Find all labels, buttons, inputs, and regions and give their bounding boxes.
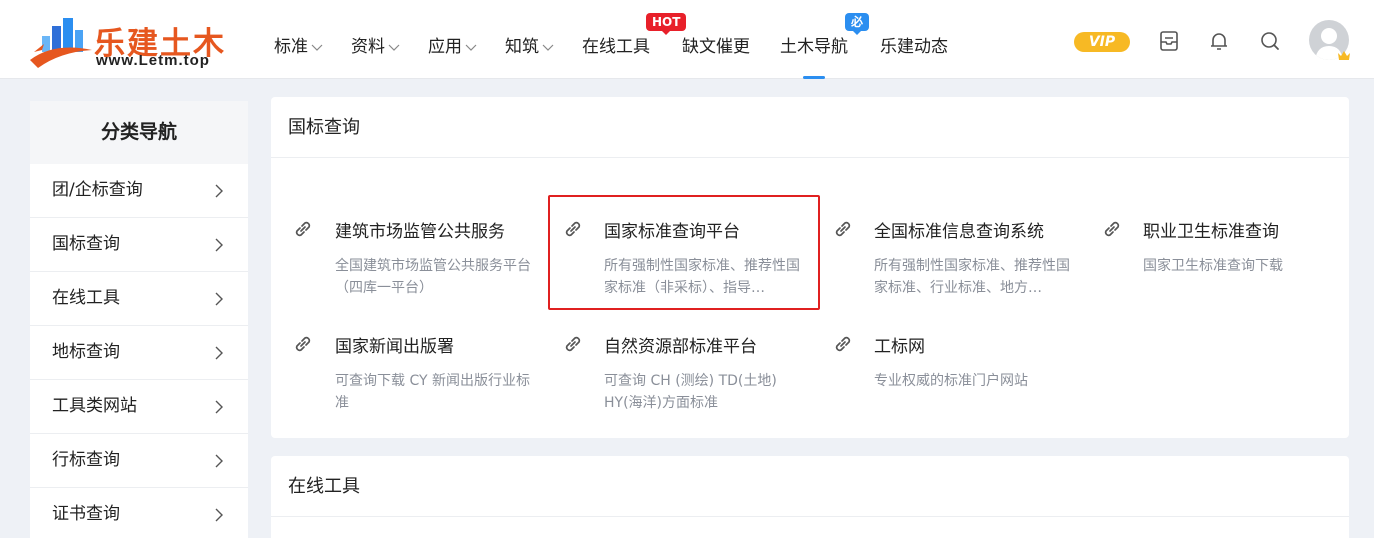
- chevron-down-icon: [388, 44, 400, 51]
- nav-item-civil-nav[interactable]: 土木导航: [780, 32, 848, 57]
- nav-label: 乐建动态: [880, 37, 948, 57]
- chevron-right-icon: [215, 508, 223, 522]
- site-link-occupational-health[interactable]: 职业卫生标准查询: [1143, 217, 1279, 242]
- crown-icon: [1338, 51, 1350, 60]
- site-desc: 国家卫生标准查询下载: [1143, 258, 1283, 274]
- chevron-down-icon: [311, 44, 323, 51]
- nav-item-news[interactable]: 乐建动态: [880, 32, 948, 57]
- nav-label: 土木导航: [780, 37, 848, 57]
- nav-label: 缺文催更: [682, 37, 750, 57]
- site-desc: 全国建筑市场监管公共服务平台（四库一平台）: [335, 258, 531, 296]
- chevron-right-icon: [215, 184, 223, 198]
- section-card-online-tools: 在线工具: [271, 456, 1349, 538]
- sidebar-item-label: 行标查询: [52, 450, 120, 470]
- nav-item-online-tools[interactable]: 在线工具: [582, 32, 650, 57]
- nav-label: 标准: [274, 37, 308, 57]
- site-link-standard-info-system[interactable]: 全国标准信息查询系统: [874, 217, 1044, 242]
- top-header: 乐建土木 www.Letm.top 标准 资料 应用 知筑 在线工具 HOT 缺…: [0, 0, 1374, 79]
- sidebar-item-tool-sites[interactable]: 工具类网站: [30, 380, 248, 434]
- chevron-right-icon: [215, 292, 223, 306]
- link-icon: [295, 221, 311, 237]
- link-icon: [835, 221, 851, 237]
- nav-item-standards[interactable]: 标准: [274, 32, 323, 57]
- chevron-down-icon: [542, 44, 554, 51]
- site-desc: 可查询下载 CY 新闻出版行业标准: [335, 373, 530, 411]
- sidebar-item-label: 在线工具: [52, 288, 120, 308]
- sidebar-item-label: 证书查询: [52, 504, 120, 524]
- site-desc: 所有强制性国家标准、推荐性国家标准、行业标准、地方…: [874, 258, 1070, 296]
- sidebar-item-online-tools[interactable]: 在线工具: [30, 272, 248, 326]
- nav-item-request-update[interactable]: 缺文催更: [682, 32, 750, 57]
- site-desc: 可查询 CH (测绘) TD(土地) HY(海洋)方面标准: [604, 373, 777, 411]
- nav-label: 应用: [428, 37, 462, 57]
- sidebar-item-label: 国标查询: [52, 234, 120, 254]
- chevron-right-icon: [215, 346, 223, 360]
- sidebar-item-label: 工具类网站: [52, 396, 137, 416]
- sidebar-item-label: 团/企标查询: [52, 180, 143, 200]
- link-icon: [295, 336, 311, 352]
- logo-url: www.Letm.top: [96, 52, 210, 69]
- nav-item-zhizhu[interactable]: 知筑: [505, 32, 554, 57]
- chevron-down-icon: [465, 44, 477, 51]
- chevron-right-icon: [215, 238, 223, 252]
- chevron-right-icon: [215, 400, 223, 414]
- active-nav-indicator: [803, 76, 825, 79]
- sidebar-item-local-standards[interactable]: 地标查询: [30, 326, 248, 380]
- vip-button[interactable]: VIP: [1074, 32, 1130, 52]
- sidebar-item-certificates[interactable]: 证书查询: [30, 488, 248, 538]
- search-icon[interactable]: [1259, 30, 1281, 52]
- link-icon: [565, 336, 581, 352]
- site-link-gongbiao[interactable]: 工标网: [874, 332, 925, 357]
- site-desc: 专业权威的标准门户网站: [874, 373, 1028, 389]
- sidebar-item-national-standards[interactable]: 国标查询: [30, 218, 248, 272]
- category-sidebar: 分类导航 团/企标查询 国标查询 在线工具 地标查询 工具类网站 行标查询 证书…: [30, 101, 248, 538]
- document-icon[interactable]: [1158, 30, 1180, 52]
- bell-icon[interactable]: [1208, 30, 1230, 52]
- sidebar-item-label: 地标查询: [52, 342, 120, 362]
- nav-label: 资料: [351, 37, 385, 57]
- site-logo[interactable]: 乐建土木 www.Letm.top: [30, 12, 230, 72]
- sidebar-item-industry-standards[interactable]: 行标查询: [30, 434, 248, 488]
- site-link-natural-resources[interactable]: 自然资源部标准平台: [604, 332, 757, 357]
- nav-item-materials[interactable]: 资料: [351, 32, 400, 57]
- hot-badge: HOT: [646, 13, 687, 35]
- section-title: 国标查询: [271, 97, 1349, 158]
- logo-building-icon: [30, 18, 92, 68]
- site-link-press-publication[interactable]: 国家新闻出版署: [335, 332, 454, 357]
- link-icon: [835, 336, 851, 352]
- site-link-jzsc[interactable]: 建筑市场监管公共服务: [335, 217, 505, 242]
- highlight-box: [548, 195, 820, 310]
- nav-label: 知筑: [505, 37, 539, 57]
- sidebar-title: 分类导航: [30, 101, 248, 164]
- nav-item-apps[interactable]: 应用: [428, 32, 477, 57]
- chevron-right-icon: [215, 454, 223, 468]
- link-icon: [1104, 221, 1120, 237]
- nav-label: 在线工具: [582, 37, 650, 57]
- sidebar-item-group-standards[interactable]: 团/企标查询: [30, 164, 248, 218]
- must-badge: 必备: [845, 13, 870, 47]
- section-title: 在线工具: [271, 456, 1349, 517]
